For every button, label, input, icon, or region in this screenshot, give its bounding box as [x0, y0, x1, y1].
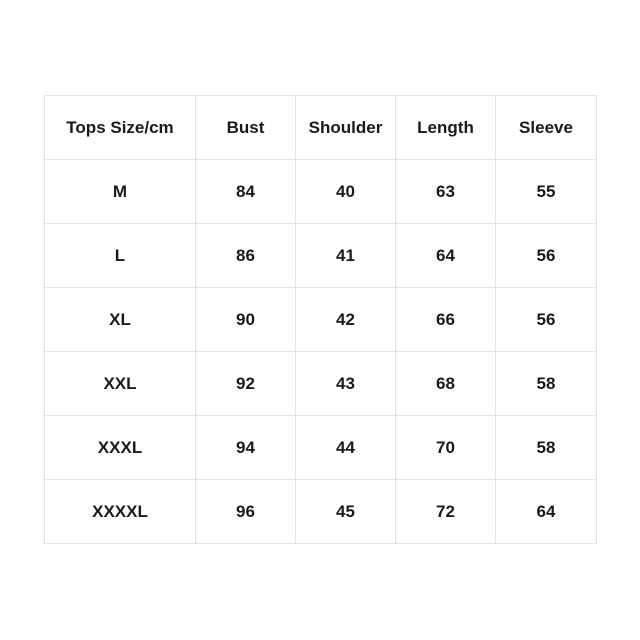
header-cell: Sleeve: [495, 95, 597, 160]
table-cell: 63: [395, 159, 496, 224]
table-cell: 70: [395, 415, 496, 480]
table-cell: 64: [495, 479, 597, 544]
header-row: Tops Size/cm Bust Shoulder Length Sleeve: [44, 95, 597, 160]
table-cell: XXXL: [44, 415, 196, 480]
table-cell: M: [44, 159, 196, 224]
table-row: XL 90 42 66 56: [44, 287, 597, 352]
table-cell: 44: [295, 415, 396, 480]
table-cell: XXXXL: [44, 479, 196, 544]
table-cell: 90: [195, 287, 296, 352]
table-cell: 55: [495, 159, 597, 224]
table-cell: L: [44, 223, 196, 288]
table-row: XXXXL 96 45 72 64: [44, 479, 597, 544]
table-cell: 94: [195, 415, 296, 480]
table-row: L 86 41 64 56: [44, 223, 597, 288]
size-chart-table: Tops Size/cm Bust Shoulder Length Sleeve M 84 4…: [44, 95, 597, 544]
table-cell: 66: [395, 287, 496, 352]
header-cell: Bust: [195, 95, 296, 160]
table-cell: 43: [295, 351, 396, 416]
table-cell: 68: [395, 351, 496, 416]
table-cell: 58: [495, 351, 597, 416]
table-cell: XXL: [44, 351, 196, 416]
header-cell: Length: [395, 95, 496, 160]
header-cell: Shoulder: [295, 95, 396, 160]
table-row: M 84 40 63 55: [44, 159, 597, 224]
table-row: XXXL 94 44 70 58: [44, 415, 597, 480]
table-cell: 96: [195, 479, 296, 544]
table-cell: 58: [495, 415, 597, 480]
table-cell: 84: [195, 159, 296, 224]
table-cell: 92: [195, 351, 296, 416]
table-cell: 42: [295, 287, 396, 352]
header-cell: Tops Size/cm: [44, 95, 196, 160]
table-cell: 86: [195, 223, 296, 288]
table-row: XXL 92 43 68 58: [44, 351, 597, 416]
table-cell: 45: [295, 479, 396, 544]
table-cell: 64: [395, 223, 496, 288]
table-cell: 72: [395, 479, 496, 544]
table-cell: 40: [295, 159, 396, 224]
table-cell: 56: [495, 223, 597, 288]
table-cell: 41: [295, 223, 396, 288]
table-cell: XL: [44, 287, 196, 352]
table-cell: 56: [495, 287, 597, 352]
